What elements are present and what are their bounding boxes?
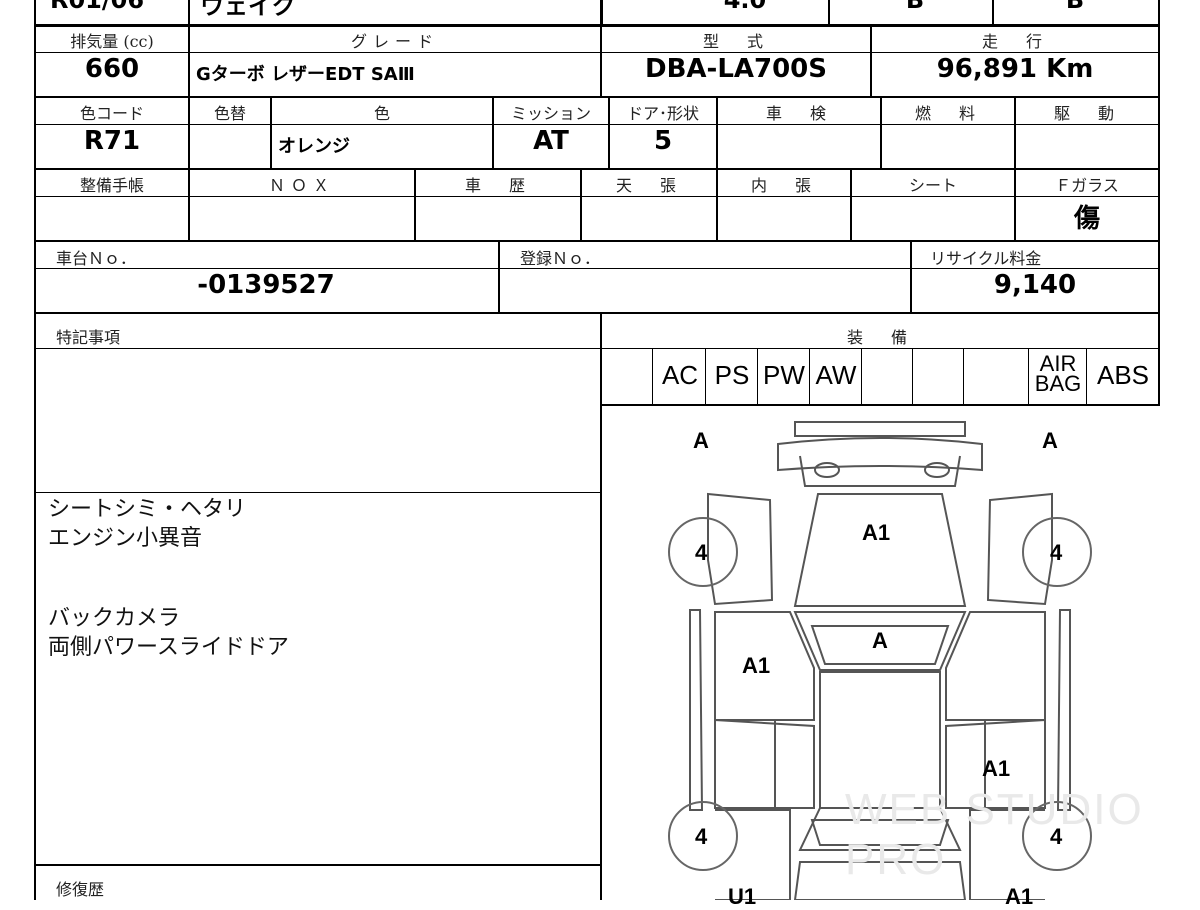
- label-displacement: 排気量 (cc): [70, 32, 154, 51]
- label-fuel: 燃 料: [914, 104, 981, 123]
- value-chassis-no: -0139527: [197, 270, 335, 300]
- model-name: ウェイク: [200, 0, 296, 20]
- equipment-abs: ABS: [1096, 360, 1150, 390]
- mark-rear-left: U1: [728, 884, 757, 909]
- label-registration-no: 登録Ｎｏ．: [520, 249, 601, 268]
- label-inspection: 車 検: [765, 104, 832, 123]
- label-repair-history: 修復歴: [56, 880, 105, 899]
- mark-windshield: A: [872, 628, 888, 653]
- label-color-change: 色替: [213, 104, 246, 123]
- label-recycle-fee: リサイクル料金: [930, 249, 1042, 268]
- value-color-code: R71: [83, 126, 141, 156]
- label-drive: 駆 動: [1053, 104, 1120, 123]
- label-service-book: 整備手帳: [79, 176, 144, 195]
- mark-tire-front-left: 4: [695, 540, 708, 565]
- interior-grade: B: [905, 0, 925, 14]
- label-interior-lining: 内 張: [750, 176, 817, 195]
- equipment-aw: AW: [815, 360, 857, 390]
- mark-front-right-corner: A: [1042, 428, 1058, 453]
- label-nox: ＮＯＸ: [268, 176, 335, 195]
- mark-hood: A1: [862, 520, 891, 545]
- note-back-camera: バックカメラ: [48, 606, 181, 631]
- label-door-shape: ドア･形状: [626, 104, 699, 123]
- mark-right-rear-door: A1: [982, 756, 1011, 781]
- label-chassis-no: 車台Ｎｏ．: [56, 249, 137, 268]
- equipment-ps: PS: [714, 360, 750, 390]
- mark-tire-rear-right: 4: [1050, 824, 1063, 849]
- value-grade: Gターボ レザーEDT SAⅢ: [196, 64, 415, 85]
- mark-tire-rear-left: 4: [695, 824, 708, 849]
- label-f-glass: Ｆガラス: [1055, 176, 1119, 195]
- exterior-grade: B: [1065, 0, 1085, 14]
- value-f-glass: 傷: [1073, 204, 1100, 234]
- label-equipment: 装 備: [846, 328, 913, 347]
- note-power-slide-door: 両側パワースライドドア: [48, 635, 289, 660]
- value-mileage: 96,891 Km: [936, 54, 1094, 84]
- equipment-pw: PW: [763, 360, 805, 390]
- value-recycle-fee: 9,140: [993, 270, 1077, 300]
- auction-date: R01/06: [50, 0, 145, 14]
- mark-front-left-corner: A: [693, 428, 709, 453]
- value-transmission: AT: [533, 126, 569, 156]
- value-door-shape: 5: [653, 126, 673, 156]
- label-mileage: 走 行: [981, 32, 1048, 51]
- label-color: 色: [373, 104, 390, 123]
- mark-left-front-door: A1: [742, 653, 771, 678]
- label-grade: グレード: [350, 32, 439, 51]
- auction-score: 4.0: [723, 0, 767, 14]
- mark-rear-right: A1: [1005, 884, 1034, 909]
- equipment-ac: AC: [661, 360, 699, 390]
- label-color-code: 色コード: [79, 104, 144, 123]
- label-transmission: ミッション: [510, 104, 591, 123]
- equipment-airbag-bottom: BAG: [1034, 371, 1082, 396]
- label-model-code: 型 式: [702, 32, 769, 51]
- note-engine-noise: エンジン小異音: [48, 526, 203, 551]
- label-special-notes: 特記事項: [56, 328, 121, 347]
- value-displacement: 660: [84, 54, 140, 84]
- watermark: WEB STUDIO PRO: [845, 785, 1144, 884]
- label-roof: 天 張: [615, 176, 682, 195]
- label-seat: シート: [908, 176, 957, 195]
- label-history: 車 歴: [464, 176, 531, 195]
- value-model-code: DBA-LA700S: [645, 54, 827, 84]
- value-color: オレンジ: [278, 136, 350, 157]
- mark-tire-front-right: 4: [1050, 540, 1063, 565]
- note-seat-stain: シートシミ・ヘタリ: [48, 497, 247, 522]
